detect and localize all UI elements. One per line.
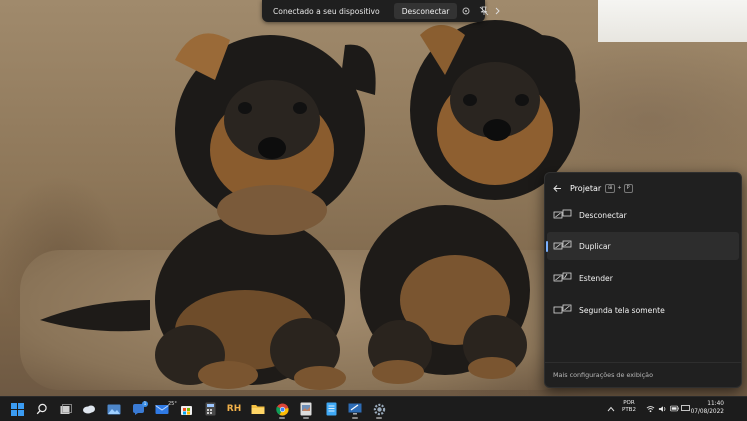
option-label: Estender: [579, 273, 613, 283]
taskbar-app-photo-viewer[interactable]: [297, 400, 315, 419]
left-puppy: [40, 33, 376, 390]
option-label: Duplicar: [579, 241, 611, 251]
photos-app-icon: [107, 404, 121, 414]
project-option-second-screen-only[interactable]: Segunda tela somente: [547, 296, 739, 324]
system-clock[interactable]: 11:40 07/08/2022: [690, 400, 724, 416]
duplicate-icon: [553, 240, 572, 250]
start-button[interactable]: [8, 400, 26, 418]
footer-divider: [545, 362, 741, 363]
cast-notification-icon[interactable]: [681, 404, 690, 413]
option-label: Desconectar: [579, 210, 627, 220]
taskbar-app-notepad[interactable]: [322, 400, 340, 418]
second-screen-only-icon: [553, 304, 572, 314]
cloud-weather-icon: [83, 405, 95, 414]
input-language-indicator[interactable]: POR PTB2: [622, 400, 636, 414]
cast-connection-banner: Conectado a seu dispositivo Desconectar: [262, 0, 501, 22]
search-icon: [36, 403, 47, 415]
keyboard-shortcut-hint: ⊞ + P: [605, 183, 633, 193]
option-label: Segunda tela somente: [579, 305, 665, 315]
settings-gear-icon: [373, 403, 385, 415]
chevron-right-icon[interactable]: [493, 4, 501, 18]
taskbar-app-remote-desktop[interactable]: [346, 400, 364, 419]
notepad-app-icon: [326, 402, 336, 416]
cast-disconnect-label: Desconectar: [401, 6, 450, 16]
extend-icon: [553, 272, 572, 282]
p-key: P: [623, 183, 633, 193]
taskbar-app-calculator[interactable]: [201, 400, 219, 418]
project-option-extend[interactable]: Estender: [547, 264, 739, 292]
store-app-icon: [180, 405, 192, 415]
project-option-duplicate[interactable]: Duplicar: [546, 232, 739, 260]
clock-date: 07/08/2022: [690, 409, 724, 415]
taskbar-app-rh[interactable]: RH: [225, 400, 243, 418]
battery-icon[interactable]: [670, 404, 679, 413]
unpin-icon[interactable]: [479, 4, 489, 18]
taskbar-app-settings[interactable]: [370, 400, 388, 419]
selection-indicator: [546, 241, 548, 252]
cast-disconnect-button[interactable]: Desconectar: [393, 3, 458, 19]
chrome-browser-icon: [275, 403, 288, 415]
task-view-button[interactable]: [57, 400, 75, 418]
running-indicator: [303, 417, 309, 419]
volume-icon[interactable]: [658, 404, 667, 413]
clock-time: 11:40: [707, 401, 724, 407]
taskbar-app-mail[interactable]: [153, 400, 171, 418]
task-view-icon: [60, 403, 72, 414]
windows-logo-icon: [10, 402, 24, 416]
rh-app-label: RH: [226, 404, 242, 414]
calculator-app-icon: [205, 402, 215, 416]
running-indicator: [352, 417, 358, 419]
taskbar-search-button[interactable]: [33, 400, 51, 418]
taskbar: 25° 1 RH POR PTB2 11:40 07/08/2022: [0, 396, 747, 421]
project-header: Projetar ⊞ + P: [545, 177, 741, 199]
folder-icon: [251, 405, 265, 414]
pc-screen-only-icon: [553, 209, 572, 219]
keyboard-layout: PTB2: [622, 407, 636, 413]
shortcut-plus: +: [617, 185, 622, 191]
photo-viewer-icon: [300, 402, 312, 416]
taskbar-app-file-explorer[interactable]: [249, 400, 267, 418]
weather-widget[interactable]: 25°: [80, 400, 177, 418]
taskbar-app-store[interactable]: [177, 400, 195, 418]
settings-gear-icon[interactable]: [461, 4, 471, 18]
taskbar-app-photos[interactable]: [105, 400, 123, 418]
project-title: Projetar: [570, 183, 602, 193]
language-code: POR: [623, 400, 635, 406]
running-indicator: [279, 417, 285, 419]
cast-status-text: Conectado a seu dispositivo: [273, 6, 380, 16]
back-arrow-icon[interactable]: [552, 183, 562, 193]
remote-desktop-icon: [348, 403, 362, 415]
taskbar-app-chat[interactable]: 1: [130, 400, 148, 418]
mail-app-icon: [155, 404, 169, 414]
windows-key-icon: ⊞: [605, 183, 616, 193]
running-indicator: [376, 417, 382, 419]
show-hidden-icons-chevron-icon[interactable]: [606, 404, 615, 413]
project-option-disconnect[interactable]: Desconectar: [547, 201, 739, 229]
more-display-settings-link[interactable]: Mais configurações de exibição: [553, 371, 653, 379]
project-flyout-panel: Projetar ⊞ + P Desconectar Duplicar Este…: [544, 172, 742, 388]
taskbar-app-chrome[interactable]: [273, 400, 291, 419]
notification-badge: 1: [142, 401, 148, 407]
wifi-icon[interactable]: [646, 404, 655, 413]
